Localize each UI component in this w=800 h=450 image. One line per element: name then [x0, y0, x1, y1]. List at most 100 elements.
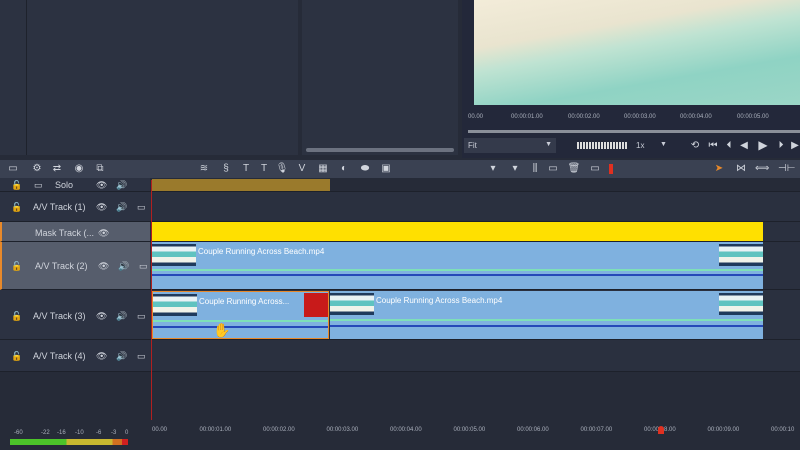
lock-icon[interactable]: 🔓 — [11, 261, 22, 272]
clip-thumbnail — [719, 244, 763, 266]
mask-icon[interactable]: ⬬ — [358, 163, 372, 175]
mark-in-icon[interactable]: ▾ — [486, 163, 500, 175]
ruler-label: 00.00 — [152, 427, 168, 433]
snap-icon[interactable]: ◉ — [72, 163, 86, 175]
image-icon[interactable]: ▣ — [379, 163, 393, 175]
split-icon[interactable]: ⫼ — [528, 163, 542, 175]
marker-icon[interactable] — [658, 426, 664, 434]
panel-scrollbar[interactable] — [306, 148, 454, 152]
slip-tool-icon[interactable]: ⟺ — [755, 163, 769, 175]
lock-icon[interactable]: 🔓 — [11, 202, 22, 213]
video-clip[interactable]: Couple Running Across Beach.mp4 — [330, 291, 763, 339]
play-icon[interactable]: ▶ — [756, 139, 770, 151]
timeline-toolbar: ▭ ⚙ ⇄ ◉ ⧉ ≋ § T T 🎙 V ▦ ◐ ⬬ ▣ ▾ ▾ ⫼ ▭ 🗑 … — [0, 160, 800, 178]
audio-meter: -60 -22 -16 -10 -6 -3 0 — [0, 420, 150, 450]
chevron-down-icon: ▼ — [660, 141, 667, 148]
marker-icon[interactable] — [609, 164, 613, 174]
rewind-icon[interactable]: ◀ — [737, 140, 751, 152]
track-name[interactable]: Mask Track (... — [35, 228, 94, 238]
eye-icon[interactable]: 👁 — [96, 311, 107, 322]
camera-icon[interactable]: ▭ — [588, 163, 602, 175]
fit-dropdown[interactable]: Fit ▼ — [464, 138, 556, 153]
eye-icon[interactable]: 👁 — [96, 180, 107, 191]
lane-av4 — [150, 340, 800, 372]
timeline-ruler[interactable]: 00.00 00:00:01.00 00:00:02.00 00:00:03.00 00… — [150, 420, 800, 450]
ruler-label: 00:00:01.00 — [199, 427, 232, 433]
speaker-icon[interactable]: 🔊 — [116, 351, 127, 362]
meter-bar — [10, 439, 128, 445]
speaker-icon[interactable]: 🔊 — [118, 261, 129, 272]
preview-panel: 00.00 00:00:01.00 00:00:02.00 00:00:03.0… — [462, 0, 800, 158]
video-clip[interactable]: Couple Running Across Beach.mp4 — [152, 242, 763, 289]
loop-icon[interactable]: ⟲ — [688, 140, 702, 152]
preview-scrub-bar[interactable] — [468, 130, 800, 133]
eye-icon[interactable]: 👁 — [98, 228, 109, 239]
track-name[interactable]: A/V Track (3) — [33, 311, 86, 321]
library-panel — [0, 0, 298, 155]
ruler-label: 00.00 — [468, 114, 484, 120]
transition-marker[interactable] — [304, 293, 328, 317]
speed-dropdown[interactable]: 1x — [636, 141, 644, 150]
solo-label[interactable]: Solo — [55, 180, 73, 190]
link-icon[interactable]: ⚙ — [30, 163, 44, 175]
title-icon[interactable]: T — [239, 163, 253, 175]
go-to-start-icon[interactable]: ⏮ — [706, 140, 720, 152]
insert-mode-icon[interactable]: ⇄ — [50, 163, 64, 175]
title-editor-icon[interactable]: T — [257, 163, 271, 175]
solo-row: 🔓 ▭ Solo 👁 🔊 — [0, 178, 150, 192]
playhead[interactable] — [151, 180, 152, 450]
work-area-bar[interactable] — [152, 179, 330, 191]
lane-av3: Couple Running Across... ✋ Couple Runnin… — [150, 290, 800, 340]
split-tool-icon[interactable]: ⊣⊢ — [778, 163, 795, 175]
ruler-label: 00:00:03.00 — [326, 427, 359, 433]
lane-av1 — [150, 192, 800, 222]
monitor-icon[interactable]: ▭ — [137, 202, 146, 213]
overlay-icon[interactable]: ⧉ — [93, 163, 107, 175]
track-settings-icon[interactable]: ▭ — [6, 163, 20, 175]
pointer-tool-icon[interactable]: ➤ — [712, 163, 726, 175]
eye-icon[interactable]: 👁 — [96, 351, 107, 362]
ruler-label: 00:00:05.00 — [737, 114, 769, 120]
eye-icon[interactable]: 👁 — [98, 261, 109, 272]
speaker-icon[interactable]: 🔊 — [116, 202, 127, 213]
ruler-label: 00:00:04.00 — [680, 114, 712, 120]
properties-panel — [302, 0, 458, 155]
lock-icon[interactable]: 🔓 — [11, 351, 22, 362]
track-name[interactable]: A/V Track (1) — [33, 202, 86, 212]
clip-thumbnail — [152, 244, 196, 266]
mask-clip[interactable] — [152, 222, 763, 241]
fast-forward-icon[interactable]: ▶ — [788, 140, 800, 152]
previous-frame-icon[interactable]: ⏴ — [722, 140, 736, 152]
eye-icon[interactable]: 👁 — [96, 202, 107, 213]
ruler-label: 00:00:02.00 — [263, 427, 295, 433]
meter-label: -16 — [57, 430, 66, 436]
snapshot-icon[interactable]: ▭ — [546, 163, 560, 175]
next-frame-icon[interactable]: ⏵ — [774, 140, 788, 152]
lock-icon[interactable]: 🔓 — [11, 311, 22, 322]
mark-out-icon[interactable]: ▾ — [508, 163, 522, 175]
microphone-icon[interactable]: 🎙 — [275, 163, 289, 175]
monitor-icon[interactable]: ▭ — [137, 311, 146, 322]
monitor-icon[interactable]: ▭ — [137, 351, 146, 362]
speaker-icon[interactable]: 🔊 — [116, 311, 127, 322]
speaker-icon[interactable]: 🔊 — [116, 180, 127, 191]
fit-label: Fit — [468, 141, 477, 150]
trim-tool-icon[interactable]: ⋈ — [734, 163, 748, 175]
lock-icon[interactable]: 🔓 — [11, 180, 22, 191]
grid-icon[interactable]: ▦ — [316, 163, 330, 175]
track-name[interactable]: A/V Track (4) — [33, 351, 86, 361]
delete-icon[interactable]: 🗑 — [567, 163, 581, 175]
ruler-label: 00:00:07.00 — [580, 427, 613, 433]
ruler-label: 00:00:10 — [771, 427, 795, 433]
color-icon[interactable]: ◐ — [337, 163, 351, 175]
video-clip-selected[interactable]: Couple Running Across... ✋ — [152, 291, 329, 339]
track-name[interactable]: A/V Track (2) — [35, 261, 88, 271]
preview-ruler[interactable]: 00.00 00:00:01.00 00:00:02.00 00:00:03.0… — [466, 110, 800, 126]
meter-label: -10 — [75, 430, 84, 436]
voiceover-icon[interactable]: V — [295, 163, 309, 175]
shuttle-control[interactable] — [577, 142, 627, 149]
audio-mixer-icon[interactable]: ≋ — [197, 163, 211, 175]
track-header-av1: 🔓 A/V Track (1) 👁 🔊 ▭ — [0, 192, 150, 222]
effects-icon[interactable]: § — [219, 163, 233, 175]
monitor-icon[interactable]: ▭ — [139, 261, 148, 272]
